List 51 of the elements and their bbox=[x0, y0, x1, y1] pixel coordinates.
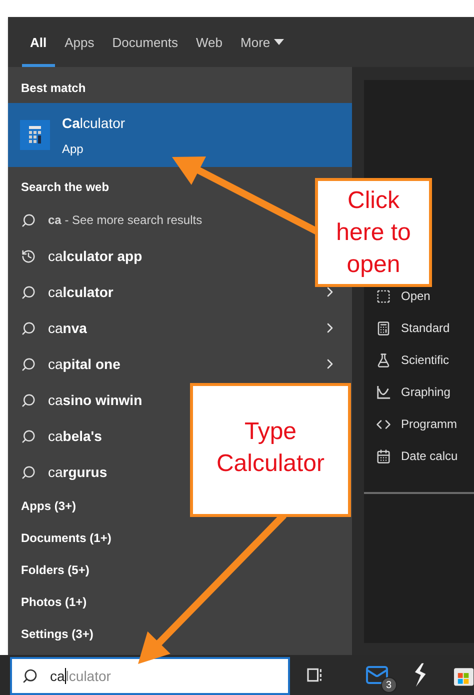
search-icon bbox=[21, 428, 36, 444]
result-title: Calculator bbox=[62, 114, 126, 132]
calculator-app-icon bbox=[20, 120, 50, 150]
section-heading: Best match bbox=[20, 80, 87, 97]
category-link[interactable]: Documents (1+) bbox=[8, 522, 352, 554]
search-icon bbox=[21, 284, 36, 300]
action-item[interactable]: Programm bbox=[364, 408, 474, 440]
search-icon bbox=[21, 464, 36, 480]
category-link[interactable]: Photos (1+) bbox=[8, 586, 352, 618]
tab[interactable]: Documents bbox=[104, 28, 186, 67]
calculator-icon bbox=[376, 320, 391, 336]
web-suggestion[interactable]: capital one bbox=[8, 346, 352, 382]
category-link[interactable]: Settings (3+) bbox=[8, 618, 352, 650]
notification-badge: 3 bbox=[380, 677, 397, 693]
web-suggestion[interactable]: canva bbox=[8, 310, 352, 346]
action-item[interactable]: Graphing bbox=[364, 376, 474, 408]
search-icon bbox=[21, 320, 36, 336]
flask-icon bbox=[376, 352, 391, 368]
web-suggestion[interactable]: ca - See more search results bbox=[8, 202, 308, 238]
suggestion-text: ca - See more search results bbox=[48, 212, 202, 229]
suggestion-text: canva bbox=[48, 318, 87, 338]
suggestion-text: cabela's bbox=[48, 426, 102, 446]
callout-tooltip: Type Calculator bbox=[190, 383, 351, 517]
history-icon bbox=[21, 248, 36, 264]
action-item[interactable]: Date calcu bbox=[364, 440, 474, 472]
suggestion-text: calculator bbox=[48, 282, 114, 302]
tab[interactable]: More bbox=[232, 28, 292, 67]
graph-icon bbox=[376, 384, 391, 400]
suggestion-text: calculator app bbox=[48, 246, 142, 266]
search-icon bbox=[21, 356, 36, 372]
dropdown-caret-icon bbox=[274, 39, 284, 46]
category-link[interactable]: Folders (5+) bbox=[8, 554, 352, 586]
result-subtitle: App bbox=[62, 140, 84, 158]
suggestion-text: capital one bbox=[48, 354, 120, 374]
suggestion-text: casino winwin bbox=[48, 390, 142, 410]
action-item[interactable]: Scientific bbox=[364, 344, 474, 376]
section-heading: Search the web bbox=[20, 179, 110, 196]
tab[interactable]: Web bbox=[188, 28, 231, 67]
search-icon bbox=[21, 392, 36, 408]
taskbar-search-field[interactable]: calculator bbox=[10, 657, 290, 695]
window-icon bbox=[376, 288, 391, 304]
action-item[interactable]: Standard bbox=[364, 312, 474, 344]
lightning-icon[interactable] bbox=[412, 663, 426, 687]
best-match-result[interactable]: Calculator App bbox=[8, 103, 352, 167]
search-icon bbox=[22, 668, 38, 684]
web-suggestion[interactable]: calculator app bbox=[8, 238, 308, 274]
suggestion-text: cargurus bbox=[48, 462, 108, 482]
tab[interactable]: Apps bbox=[56, 28, 102, 67]
calendar-icon bbox=[376, 448, 391, 464]
callout-tooltip: Click here to open bbox=[315, 178, 432, 287]
search-icon bbox=[21, 212, 36, 228]
